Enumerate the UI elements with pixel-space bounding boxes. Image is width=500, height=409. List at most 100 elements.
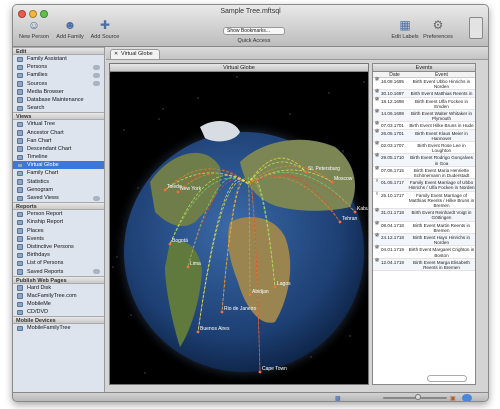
events-filter-field[interactable] [427, 375, 467, 382]
event-row[interactable]: ✵ 31.01.1718 Birth Event Reinhardt Voigt i… [373, 208, 475, 222]
place-marker[interactable] [330, 180, 334, 184]
sidebar-item-hard-disk[interactable]: Hard Disk [13, 284, 104, 292]
birth-icon: ✵ [374, 208, 380, 215]
sidebar-item-places[interactable]: Places [13, 227, 104, 235]
event-row[interactable]: ✵ 29.05.1710 Birth Event Rodrigo Gonçalves… [373, 153, 475, 167]
event-description: Birth Event Reinhardt Voigt in Göttingen [411, 210, 472, 221]
globe-canvas[interactable]: ToledoNew YorkLimaBogotáBuenos AiresRio … [109, 71, 376, 384]
toolbar-toggle-button[interactable] [469, 17, 483, 39]
sidebar-item-icon [17, 260, 23, 267]
sidebar-item-label: Statistics [27, 178, 50, 185]
sidebar-item-statistics[interactable]: Statistics [13, 178, 104, 186]
place-label: Rio de Janeiro [224, 306, 256, 312]
sidebar-item-icon [17, 236, 23, 242]
virtual-globe-view[interactable]: Virtual Globe Toledo New York Lima Bogot… [109, 63, 376, 385]
tab-virtual-globe[interactable]: ✕ Virtual Globe [110, 49, 160, 59]
event-row[interactable]: ✵ 07.06.1715 Birth Event Maria Henriette S… [373, 166, 475, 180]
event-row[interactable]: ✵ 04.01.1719 Birth Event Margaret Crighton… [373, 245, 475, 259]
place-marker[interactable] [176, 190, 180, 194]
bookmarks-popup[interactable]: Show Bookmarks... [223, 27, 285, 35]
sidebar-item-cd-dvd[interactable]: CD/DVD [13, 308, 104, 316]
sidebar-item-label: Families [27, 72, 48, 79]
event-description: Birth Event Ulfa Focken in Emden [414, 98, 469, 109]
sidebar-item-saved-views[interactable]: Saved Views [13, 194, 104, 202]
close-tab-icon[interactable]: ✕ [114, 50, 118, 59]
sidebar-item-kinship-report[interactable]: Kinship Report [13, 218, 104, 226]
place-marker[interactable] [304, 170, 308, 174]
place-marker[interactable] [258, 370, 262, 374]
event-row[interactable]: ✵ 07.03.1701 Birth Event Hilke Bruns in Hu… [373, 121, 475, 130]
sidebar-item-database-maintenance[interactable]: Database Maintenance [13, 96, 104, 104]
event-row[interactable]: ✵ 30.10.1697 Birth Event Matthias Reents i… [373, 89, 475, 98]
event-row[interactable]: ♁ 01.05.1717 Family Event Marriage of Ubbo… [373, 178, 475, 192]
sidebar-item-icon [17, 154, 23, 161]
sidebar-item-family-assistant[interactable]: Family Assistant [13, 55, 104, 63]
place-marker[interactable] [338, 220, 342, 224]
place-marker[interactable] [273, 285, 277, 289]
zoom-slider-thumb[interactable] [414, 394, 421, 400]
sidebar-item-media-browser[interactable]: Media Browser [13, 88, 104, 96]
map-icon[interactable]: ▣ [450, 395, 456, 401]
place-marker[interactable] [196, 330, 200, 334]
sidebar-item-genogram[interactable]: Genogram [13, 186, 104, 194]
sidebar-item-person-report[interactable]: Person Report [13, 210, 104, 218]
sidebar-item-persons[interactable]: Persons [13, 63, 104, 71]
screen-icon[interactable]: ▩ [335, 395, 341, 401]
sidebar-item-mobileme[interactable]: MobileMe [13, 300, 104, 308]
sidebar-item-saved-reports[interactable]: Saved Reports [13, 268, 104, 276]
edit-labels-button[interactable]: ▦ Edit Labels [390, 18, 420, 40]
count-badge [93, 195, 100, 201]
new-person-button[interactable]: ☺ New Person [17, 18, 51, 40]
event-row[interactable]: ✵ 18.12.1698 Birth Event Ulfa Focken in Em… [373, 97, 475, 111]
sidebar-item-descendant-chart[interactable]: Descendant Chart [13, 145, 104, 153]
place-label: Cape Town [262, 366, 287, 372]
event-row[interactable]: ✵ 14.06.1699 Birth Event Walter Whitaker i… [373, 109, 475, 123]
place-marker[interactable] [163, 188, 167, 192]
sidebar-item-macfamilytree-com[interactable]: MacFamilyTree.com [13, 292, 104, 300]
sidebar-item-label: Genogram [27, 186, 53, 193]
sidebar-section-reports: Reports [13, 202, 104, 211]
status-bar: ▩ ▣ [13, 392, 488, 401]
event-row[interactable]: ✵ 16.08.1695 Birth Event Ubbo Hinrichs in … [373, 77, 475, 91]
events-header: Events [373, 64, 475, 72]
zoom-slider[interactable] [383, 394, 447, 400]
event-row[interactable]: ✵ 02.03.1707 Birth Event Rose Lee in Lough… [373, 141, 475, 155]
place-marker[interactable] [248, 293, 252, 297]
sidebar-item-search[interactable]: Search [13, 104, 104, 112]
sidebar-item-fan-chart[interactable]: Fan Chart [13, 137, 104, 145]
birth-icon: ✵ [374, 109, 380, 116]
sidebar-item-icon [17, 146, 23, 152]
globe-icon[interactable] [462, 394, 472, 401]
sidebar-item-icon [17, 179, 23, 185]
place-marker[interactable] [186, 265, 190, 269]
sidebar-item-sources[interactable]: Sources [13, 80, 104, 88]
place-label: St. Petersburg [308, 166, 340, 172]
sidebar-item-mobilefamilytree[interactable]: MobileFamilyTree [13, 324, 104, 332]
place-marker[interactable] [168, 242, 172, 246]
preferences-button[interactable]: ⚙ Preferences [421, 18, 455, 40]
column-event[interactable]: Event [408, 72, 475, 78]
birth-icon: ✵ [374, 245, 380, 252]
event-row[interactable]: ✵ 24.12.1718 Birth Event Hayo Hinrichs in … [373, 233, 475, 247]
event-row[interactable]: ✵ 26.05.1701 Birth Event Klaus Meier in Ha… [373, 129, 475, 143]
event-description: Birth Event Rose Lee in Loughton [417, 143, 466, 154]
sidebar-item-icon [17, 72, 23, 79]
sidebar-item-events[interactable]: Events [13, 235, 104, 243]
sidebar-item-virtual-globe[interactable]: Virtual Globe [13, 161, 104, 170]
sidebar-item-list-of-persons[interactable]: List of Persons [13, 259, 104, 267]
sidebar-item-birthdays[interactable]: Birthdays [13, 251, 104, 259]
sidebar-item-families[interactable]: Families [13, 71, 104, 79]
column-date[interactable]: Date [381, 72, 408, 78]
place-marker[interactable] [353, 210, 357, 214]
place-marker[interactable] [220, 310, 224, 314]
event-row[interactable]: ✵ 12.04.1719 Birth Event Marga Elisabeth R… [373, 258, 475, 272]
sidebar-item-distinctive-persons[interactable]: Distinctive Persons [13, 243, 104, 251]
sidebar-item-timeline[interactable]: Timeline [13, 153, 104, 161]
sidebar-item-virtual-tree[interactable]: Virtual Tree [13, 120, 104, 128]
event-row[interactable]: ♁ 25.10.1717 Family Event Marriage of Matt… [373, 191, 475, 210]
event-row[interactable]: ✵ 08.04.1718 Birth Event Martin Reents in … [373, 221, 475, 235]
add-family-button[interactable]: ☻ Add Family [53, 18, 87, 40]
add-source-button[interactable]: ✚ Add Source [88, 18, 122, 40]
sidebar-item-ancestor-chart[interactable]: Ancestor Chart [13, 129, 104, 137]
sidebar-item-family-chart[interactable]: Family Chart [13, 169, 104, 177]
